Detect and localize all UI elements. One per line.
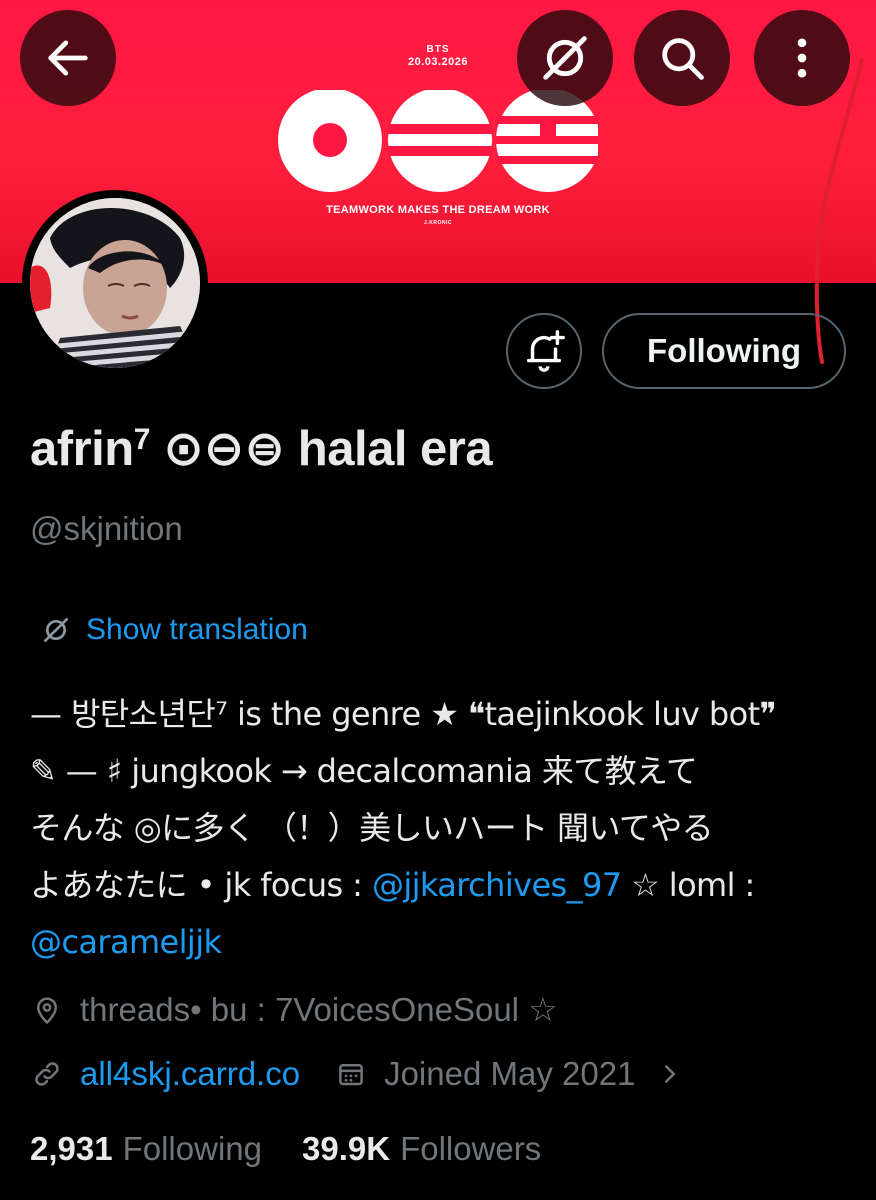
album-logo-graphic [278, 90, 598, 192]
bio-line: よあなたに • jk focus : @jjkarchives_97 ☆ lom… [30, 857, 860, 914]
chevron-right-icon[interactable] [657, 1059, 683, 1089]
banner-date: 20.03.2026 [407, 55, 469, 68]
location-row: threads• bu : 7VoicesOneSoul ☆ [30, 990, 558, 1029]
more-vertical-icon [797, 38, 807, 78]
banner-artist: BTS [426, 44, 450, 55]
calendar-icon [334, 1057, 368, 1091]
followers-count-value: 39.9K [302, 1130, 391, 1167]
follow-counts: 2,931 Following 39.9K Followers [30, 1130, 541, 1168]
link-icon [30, 1057, 64, 1091]
display-name-superscript: 7 [133, 423, 151, 456]
avatar-photo [30, 198, 200, 368]
followers-count[interactable]: 39.9K Followers [302, 1130, 541, 1168]
bell-plus-icon [526, 330, 565, 372]
translate-toggle-button[interactable] [517, 10, 613, 106]
display-name-suffix: ⊙⊖⊜ halal era [149, 422, 493, 476]
location-pin-icon [30, 993, 64, 1027]
following-button[interactable]: Following [602, 313, 846, 389]
bio-line: — 방탄소년단⁷ is the genre ★ ❝taejinkook luv … [30, 695, 777, 733]
location-text: threads• bu : 7VoicesOneSoul ☆ [80, 991, 558, 1028]
user-handle: @skjnition [30, 510, 183, 547]
translate-slash-icon [44, 618, 68, 642]
back-button[interactable] [20, 10, 116, 106]
search-icon [662, 38, 704, 80]
bio-line: そんな ◎に多く （！）美しいハート 聞いてやる [30, 809, 714, 847]
avatar[interactable] [22, 190, 208, 376]
bio-line: @carameljjk [30, 914, 860, 971]
website-link[interactable]: all4skj.carrd.co [80, 1055, 300, 1093]
mention-link[interactable]: @carameljjk [30, 923, 222, 961]
profile-bio: — 방탄소년단⁷ is the genre ★ ❝taejinkook luv … [30, 686, 860, 971]
show-translation-link[interactable]: Show translation [40, 613, 308, 647]
followers-count-label: Followers [400, 1130, 542, 1167]
display-name: afrin7 ⊙⊖⊜ halal era [30, 420, 493, 477]
search-button[interactable] [634, 10, 730, 106]
banner-header: BTS 20.03.2026 [0, 44, 876, 68]
arrow-left-icon [48, 40, 88, 76]
display-name-main: afrin [30, 422, 134, 476]
translate-slash-icon [543, 36, 587, 80]
notifications-button[interactable] [506, 313, 582, 389]
more-options-button[interactable] [754, 10, 850, 106]
following-count-label: Following [122, 1130, 262, 1167]
bio-text: よあなたに • jk focus : [30, 866, 372, 904]
mention-link[interactable]: @jjkarchives_97 [372, 866, 622, 904]
joined-date: Joined May 2021 [384, 1055, 636, 1092]
bio-text: ☆ loml : [621, 866, 755, 904]
avatar-illustration [30, 198, 200, 368]
show-translation-label: Show translation [86, 613, 308, 646]
following-count[interactable]: 2,931 Following [30, 1130, 262, 1168]
following-count-value: 2,931 [30, 1130, 113, 1167]
links-row: all4skj.carrd.co Joined May 2021 [30, 1055, 683, 1093]
bio-line: ✎ — ♯ jungkook → decalcomania 来て教えて [30, 752, 698, 790]
